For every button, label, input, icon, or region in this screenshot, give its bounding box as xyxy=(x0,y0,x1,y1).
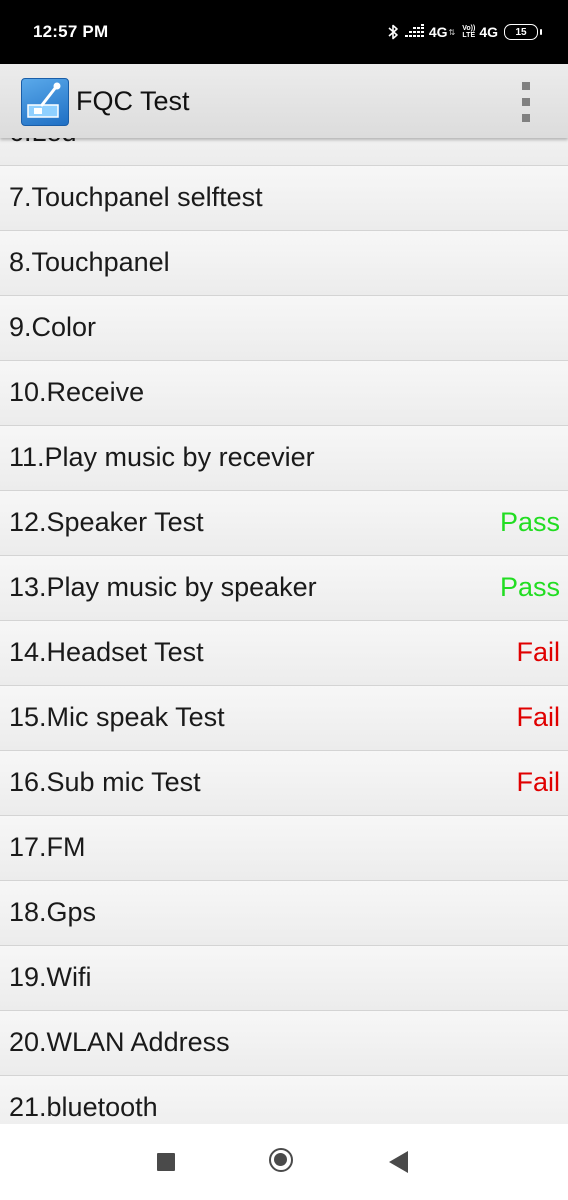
navigation-bar xyxy=(0,1124,568,1200)
test-item-label: 17.FM xyxy=(9,832,86,862)
test-list-item[interactable]: 10.Receive xyxy=(0,361,568,426)
test-list-item[interactable]: 7.Touchpanel selftest xyxy=(0,166,568,231)
volte-top: Vo)) xyxy=(462,25,476,32)
test-item-label: 10.Receive xyxy=(9,377,145,407)
recents-square-icon[interactable] xyxy=(157,1153,175,1171)
data-arrows-icon: ⇅ xyxy=(448,27,456,37)
signal-icon xyxy=(404,24,424,37)
test-list-item[interactable]: 20.WLAN Address xyxy=(0,1011,568,1076)
network-type-2: 4G xyxy=(479,24,498,40)
test-result-status: Pass xyxy=(499,572,560,602)
status-icons: 4G ⇅ Vo)) LTE 4G 15 xyxy=(387,20,542,44)
test-list-item[interactable]: 8.Touchpanel xyxy=(0,231,568,296)
status-time: 12:57 PM xyxy=(33,22,109,41)
test-item-label: 14.Headset Test xyxy=(9,637,204,667)
action-bar: FQC Test xyxy=(0,64,568,138)
test-list-item[interactable]: 6.Led xyxy=(0,138,568,166)
menu-dot xyxy=(522,82,530,90)
test-list-item[interactable]: 12.Speaker Test Pass xyxy=(0,491,568,556)
test-item-label: 8.Touchpanel xyxy=(9,247,170,277)
test-item-label: 15.Mic speak Test xyxy=(9,702,225,732)
test-item-label: 16.Sub mic Test xyxy=(9,767,201,797)
fqc-app-icon xyxy=(21,78,69,126)
test-list-item[interactable]: 18.Gps xyxy=(0,881,568,946)
battery-icon: 15 xyxy=(504,24,542,40)
test-list-item[interactable]: 17.FM xyxy=(0,816,568,881)
overflow-menu-icon[interactable] xyxy=(520,82,532,122)
volte-bottom: LTE xyxy=(462,32,476,39)
test-list-item[interactable]: 21.bluetooth xyxy=(0,1076,568,1124)
test-list[interactable]: 6.Led 7.Touchpanel selftest 8.Touchpanel 9.… xyxy=(0,138,568,1124)
test-item-label: 21.bluetooth xyxy=(9,1092,158,1122)
test-item-label: 6.Led xyxy=(9,138,77,148)
test-item-label: 13.Play music by speaker xyxy=(9,572,317,602)
test-list-item[interactable]: 11.Play music by recevier xyxy=(0,426,568,491)
network-type-1: 4G xyxy=(428,24,448,40)
test-item-label: 18.Gps xyxy=(9,897,97,927)
test-list-item[interactable]: 9.Color xyxy=(0,296,568,361)
test-item-label: 19.Wifi xyxy=(9,962,92,992)
test-result-status: Fail xyxy=(516,767,560,797)
bluetooth-icon xyxy=(388,24,398,40)
status-bar: 12:57 PM 4G ⇅ Vo)) LTE 4G 15 xyxy=(0,0,568,64)
battery-level: 15 xyxy=(515,26,527,38)
test-list-item[interactable]: 19.Wifi xyxy=(0,946,568,1011)
test-result-status: Fail xyxy=(516,702,560,732)
test-result-status: Pass xyxy=(499,507,560,537)
test-item-label: 20.WLAN Address xyxy=(9,1027,230,1057)
test-item-label: 12.Speaker Test xyxy=(9,507,204,537)
app-title: FQC Test xyxy=(76,86,190,116)
volte-icon: Vo)) LTE xyxy=(462,25,475,39)
test-item-label: 9.Color xyxy=(9,312,97,342)
back-triangle-icon[interactable] xyxy=(389,1151,408,1173)
test-list-item[interactable]: 16.Sub mic Test Fail xyxy=(0,751,568,816)
test-list-item[interactable]: 13.Play music by speaker Pass xyxy=(0,556,568,621)
test-list-item[interactable]: 15.Mic speak Test Fail xyxy=(0,686,568,751)
test-list-item[interactable]: 14.Headset Test Fail xyxy=(0,621,568,686)
home-circle-icon[interactable] xyxy=(269,1148,293,1172)
test-result-status: Fail xyxy=(516,637,560,667)
test-item-label: 7.Touchpanel selftest xyxy=(9,182,263,212)
menu-dot xyxy=(522,98,530,106)
test-item-label: 11.Play music by recevier xyxy=(9,442,315,472)
menu-dot xyxy=(522,114,530,122)
